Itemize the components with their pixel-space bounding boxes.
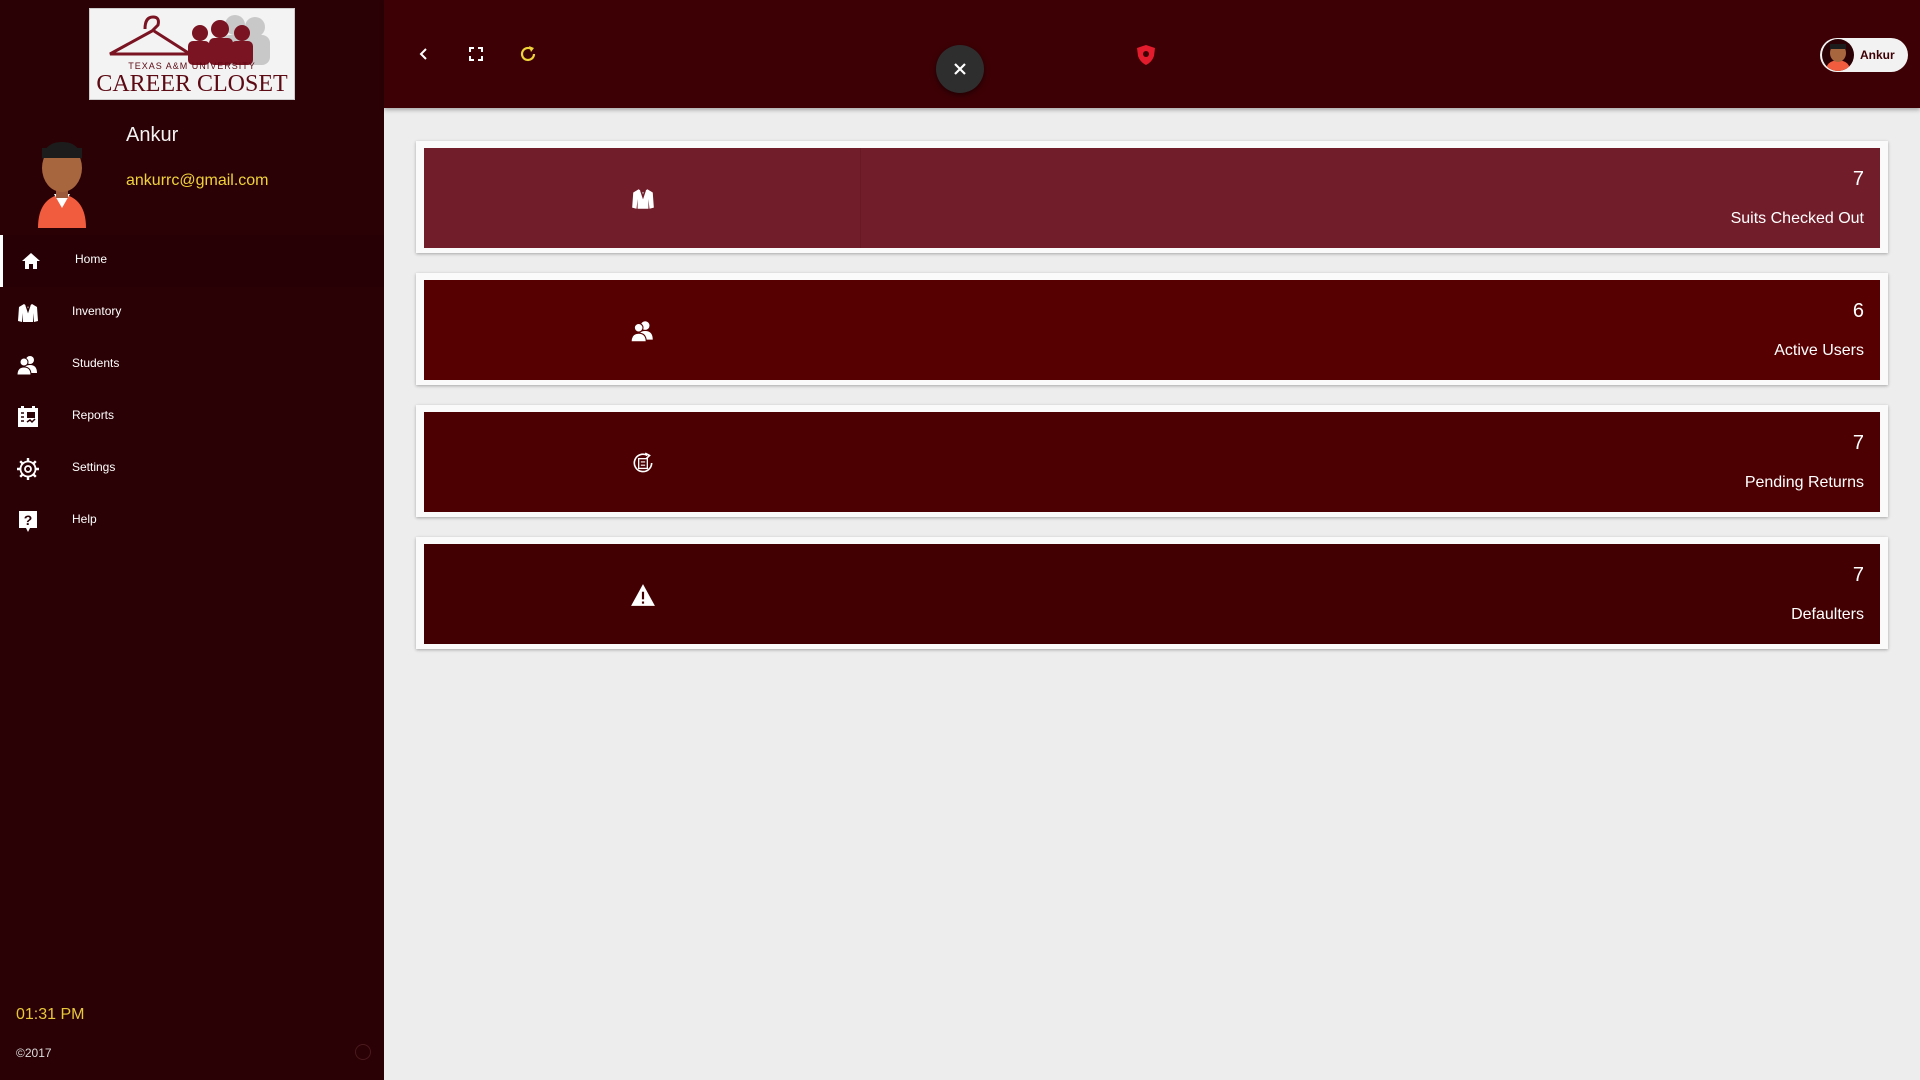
- home-icon: [22, 253, 40, 269]
- suit-icon: [18, 304, 38, 322]
- profile-email: ankurrc@gmail.com: [126, 172, 269, 189]
- copyright: ©2017: [16, 1046, 52, 1060]
- warning-icon: [631, 584, 655, 606]
- stat-card-wrapper: 6 Active Users: [416, 273, 1888, 385]
- card-icon-area: [424, 148, 861, 248]
- sidebar-item-label: Help: [72, 512, 97, 526]
- sidebar-item-label: Students: [72, 356, 120, 370]
- sidebar-item-label: Settings: [72, 460, 116, 474]
- gear-icon: [17, 458, 39, 480]
- suit-icon: [632, 189, 654, 209]
- users-icon: [16, 356, 37, 376]
- sidebar-item-inventory[interactable]: Inventory: [0, 287, 384, 339]
- card-label: Active Users: [1774, 342, 1864, 359]
- clock: 01:31 PM: [16, 1006, 85, 1023]
- sidebar-item-settings[interactable]: Settings: [0, 443, 384, 495]
- sidebar-item-label: Reports: [72, 408, 115, 422]
- svg-text:?: ?: [24, 512, 33, 528]
- profile-name: Ankur: [126, 124, 179, 146]
- logo-subtitle: TEXAS A&M UNIVERSITY: [128, 61, 256, 71]
- stat-card-pending-returns[interactable]: 7 Pending Returns: [424, 412, 1880, 512]
- card-icon-area: [424, 412, 861, 512]
- card-label: Suits Checked Out: [1730, 210, 1864, 227]
- close-button[interactable]: [936, 45, 984, 93]
- help-icon: ?: [19, 511, 37, 532]
- user-chip-name: Ankur: [1860, 48, 1895, 62]
- sidebar-item-home[interactable]: Home: [0, 235, 384, 287]
- sidebar-item-label: Inventory: [72, 304, 122, 318]
- sidebar-item-reports[interactable]: Reports: [0, 391, 384, 443]
- career-closet-logo[interactable]: TEXAS A&M UNIVERSITY CAREER CLOSET: [89, 8, 295, 100]
- back-chevron-icon[interactable]: [412, 42, 436, 66]
- card-icon-area: [424, 544, 861, 644]
- stat-card-defaulters[interactable]: 7 Defaulters: [424, 544, 1880, 644]
- card-icon-area: [424, 280, 861, 380]
- card-label: Defaulters: [1791, 606, 1864, 623]
- sidebar-item-help[interactable]: ? Help: [0, 495, 384, 547]
- card-value: 6: [1852, 300, 1864, 322]
- stat-card-wrapper: 7 Suits Checked Out: [416, 141, 1888, 253]
- logo-title: CAREER CLOSET: [96, 71, 288, 97]
- return-icon: [633, 452, 653, 473]
- topbar: Ankur: [384, 0, 1920, 108]
- avatar: [1822, 39, 1854, 71]
- sidebar-item-students[interactable]: Students: [0, 339, 384, 391]
- card-label: Pending Returns: [1744, 474, 1864, 491]
- info-icon[interactable]: [355, 1044, 371, 1060]
- card-value: 7: [1852, 432, 1864, 454]
- sidebar-item-label: Home: [75, 252, 108, 266]
- stat-card-wrapper: 7 Pending Returns: [416, 405, 1888, 517]
- user-menu-chip[interactable]: Ankur: [1820, 38, 1908, 72]
- fullscreen-icon[interactable]: [464, 42, 488, 66]
- card-value: 7: [1852, 168, 1864, 190]
- avatar[interactable]: [32, 128, 92, 228]
- users-icon: [630, 321, 653, 343]
- dashboard-content: 7 Suits Checked Out 6 Active Users 7 Pen…: [384, 108, 1920, 1080]
- shield-icon[interactable]: [1136, 44, 1156, 66]
- sidebar: TEXAS A&M UNIVERSITY CAREER CLOSET Ankur…: [0, 0, 384, 1080]
- stat-card-suits-checked-out[interactable]: 7 Suits Checked Out: [424, 148, 1880, 248]
- sidebar-nav: Home Inventory Students Reports Settings…: [0, 235, 384, 547]
- refresh-icon[interactable]: [516, 42, 540, 66]
- user-profile: Ankur ankurrc@gmail.com: [0, 110, 384, 235]
- close-icon: [954, 63, 966, 75]
- stat-card-active-users[interactable]: 6 Active Users: [424, 280, 1880, 380]
- stat-card-wrapper: 7 Defaulters: [416, 537, 1888, 649]
- reports-icon: [18, 406, 38, 427]
- card-value: 7: [1852, 564, 1864, 586]
